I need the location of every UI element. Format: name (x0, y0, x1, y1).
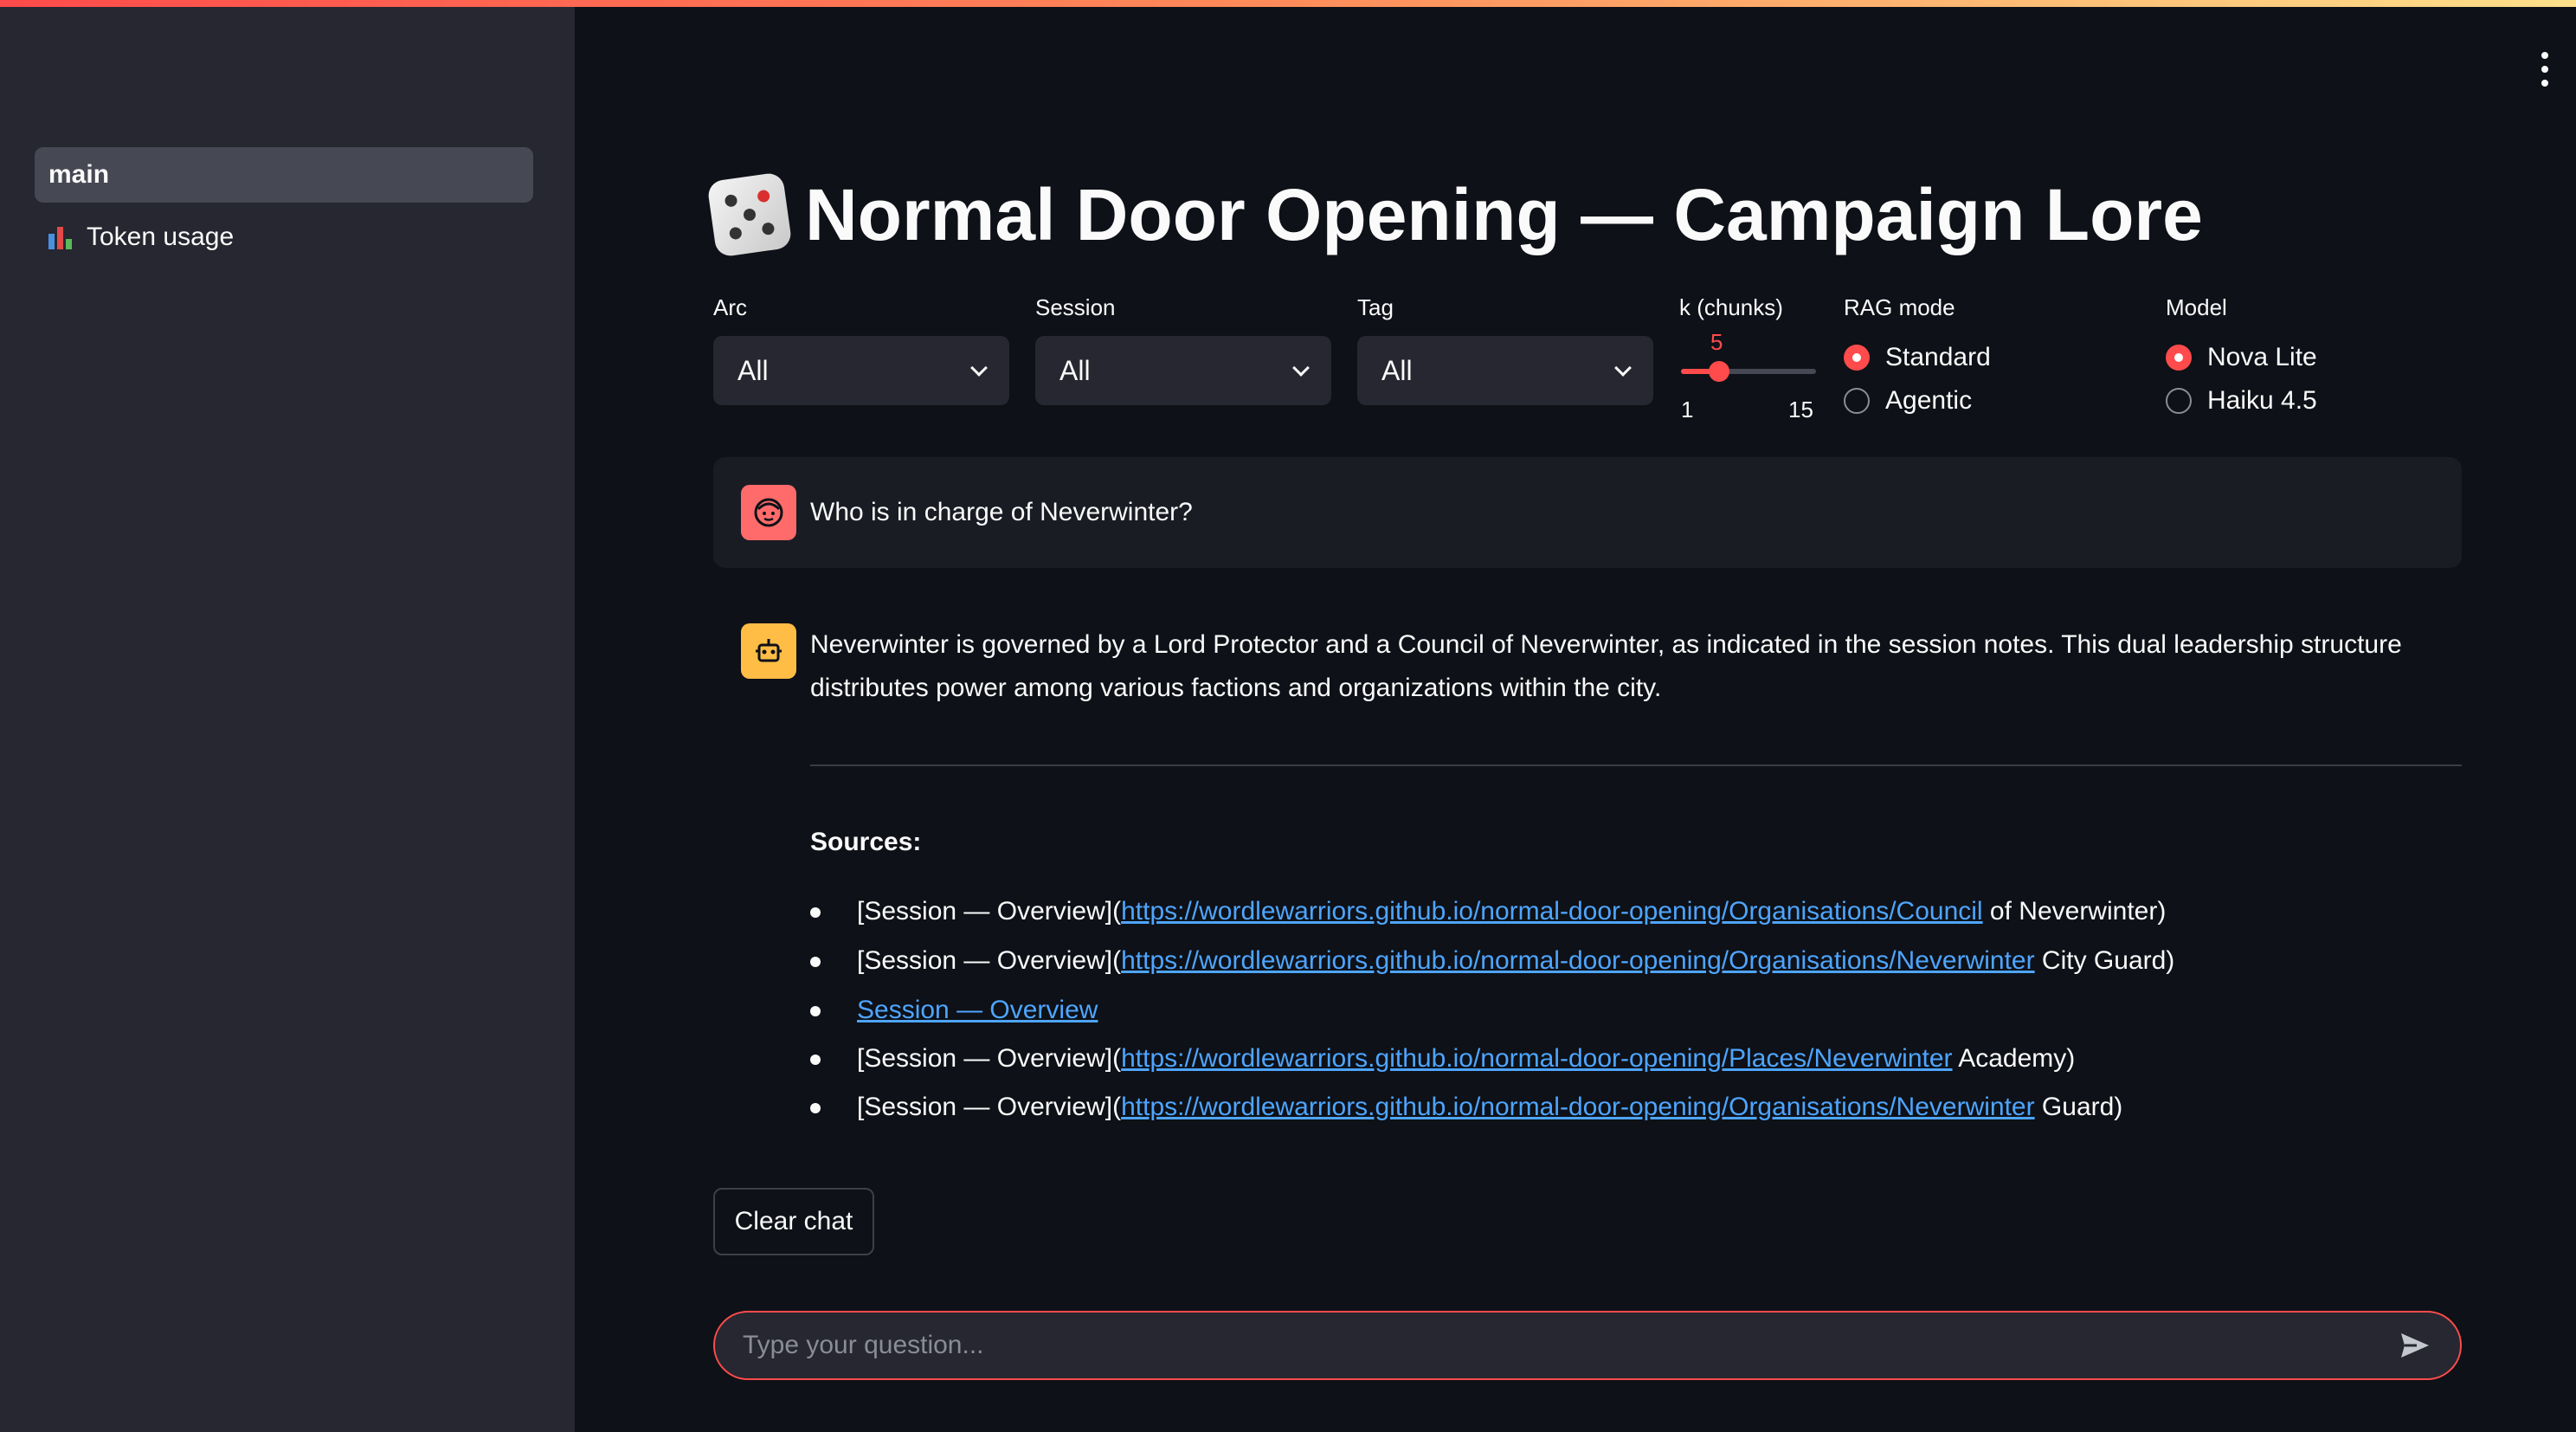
source-suffix: Academy) (1952, 1044, 2076, 1073)
source-link[interactable]: https://wordlewarriors.github.io/normal-… (1121, 897, 1983, 926)
k-slider-max: 15 (1788, 397, 1813, 423)
chat-input-container (713, 1311, 2462, 1380)
top-accent-bar (0, 0, 2576, 7)
chat-input[interactable] (743, 1331, 2398, 1360)
source-prefix: [Session — Overview]( (857, 1093, 1122, 1121)
more-menu-icon[interactable] (2531, 52, 2559, 87)
arc-label: Arc (713, 294, 747, 320)
source-item: [Session — Overview](https://wordlewarri… (810, 897, 2166, 926)
source-item: [Session — Overview](https://wordlewarri… (810, 1044, 2075, 1074)
user-avatar-icon (741, 485, 796, 540)
source-suffix: of Neverwinter) (1982, 897, 2167, 926)
model-haiku-radio[interactable]: Haiku 4.5 (2166, 386, 2317, 416)
radio-label: Standard (1885, 343, 1991, 371)
source-link[interactable]: https://wordlewarriors.github.io/normal-… (1121, 1093, 2035, 1121)
tag-label: Tag (1357, 294, 1394, 320)
radio-label: Nova Lite (2207, 343, 2317, 371)
user-message-text: Who is in charge of Neverwinter? (810, 498, 1193, 526)
sidebar-item-main[interactable]: main (35, 147, 533, 203)
bullet-icon (810, 907, 821, 919)
sources-heading: Sources: (810, 828, 922, 856)
bullet-icon (810, 1103, 821, 1114)
source-item: Session — Overview (810, 996, 1098, 1025)
source-prefix: [Session — Overview]( (857, 1044, 1122, 1073)
sidebar-item-token-usage[interactable]: Token usage (35, 210, 533, 265)
radio-selected-icon (1844, 345, 1870, 371)
bullet-icon (810, 957, 821, 968)
source-prefix: [Session — Overview]( (857, 897, 1122, 926)
bullet-icon (810, 1055, 821, 1066)
radio-selected-icon (2166, 345, 2192, 371)
k-slider-value: 5 (1710, 329, 1723, 355)
chevron-down-icon (1614, 359, 1632, 377)
send-icon[interactable] (2398, 1328, 2432, 1363)
rag-mode-standard-radio[interactable]: Standard (1844, 343, 1991, 372)
bullet-icon (810, 1006, 821, 1017)
assistant-message-line-2: distributes power among various factions… (810, 674, 1662, 702)
source-link[interactable]: Session — Overview (857, 996, 1098, 1024)
session-select-value: All (1059, 354, 1091, 386)
source-link[interactable]: https://wordlewarriors.github.io/normal-… (1121, 1044, 1952, 1073)
radio-unselected-icon (1844, 388, 1870, 414)
divider (810, 764, 2462, 766)
session-select[interactable]: All (1035, 336, 1331, 405)
source-item: [Session — Overview](https://wordlewarri… (810, 946, 2174, 976)
sidebar-item-label: main (48, 160, 110, 189)
clear-chat-button[interactable]: Clear chat (713, 1188, 874, 1255)
source-item: [Session — Overview](https://wordlewarri… (810, 1093, 2122, 1122)
chevron-down-icon (1292, 359, 1310, 377)
assistant-message-line-1: Neverwinter is governed by a Lord Protec… (810, 630, 2402, 659)
rag-mode-label: RAG mode (1844, 294, 1955, 320)
rag-mode-agentic-radio[interactable]: Agentic (1844, 386, 1972, 416)
dice-icon (706, 171, 793, 258)
tag-select[interactable]: All (1357, 336, 1653, 405)
assistant-avatar-icon (741, 623, 796, 679)
sidebar: main Token usage (0, 0, 575, 1432)
bar-chart-icon (48, 225, 74, 249)
k-slider-thumb[interactable] (1709, 361, 1729, 382)
source-suffix: City Guard) (2034, 946, 2175, 975)
radio-label: Agentic (1885, 386, 1973, 415)
source-suffix: Guard) (2034, 1093, 2123, 1121)
user-message: Who is in charge of Neverwinter? (713, 457, 2462, 568)
source-prefix: [Session — Overview]( (857, 946, 1122, 975)
radio-label: Haiku 4.5 (2207, 386, 2317, 415)
source-link[interactable]: https://wordlewarriors.github.io/normal-… (1121, 946, 2035, 975)
k-chunks-label: k (chunks) (1679, 294, 1783, 320)
arc-select[interactable]: All (713, 336, 1009, 405)
radio-unselected-icon (2166, 388, 2192, 414)
tag-select-value: All (1381, 354, 1413, 386)
chevron-down-icon (970, 359, 988, 377)
model-label: Model (2166, 294, 2227, 320)
arc-select-value: All (737, 354, 769, 386)
page-title-text: Normal Door Opening — Campaign Lore (805, 173, 2203, 255)
sidebar-item-label: Token usage (87, 223, 235, 251)
model-nova-lite-radio[interactable]: Nova Lite (2166, 343, 2317, 372)
session-label: Session (1035, 294, 1116, 320)
page-title: Normal Door Opening — Campaign Lore (706, 170, 2203, 260)
k-slider-min: 1 (1681, 397, 1694, 423)
